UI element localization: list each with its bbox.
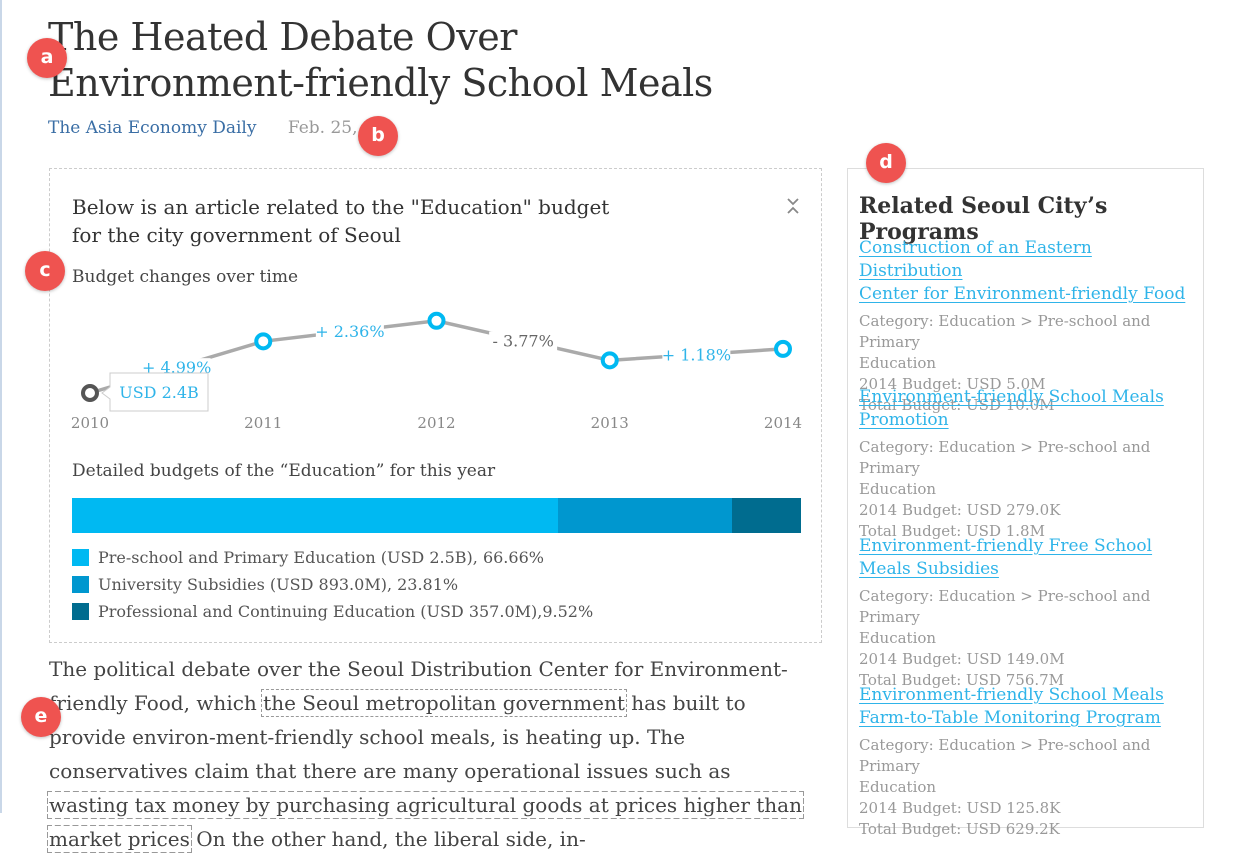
detailed-budgets-title: Detailed budgets of the “Education” for … xyxy=(72,461,496,481)
selected-data-point xyxy=(81,384,99,402)
left-page-rule xyxy=(0,0,2,813)
program-link-line-2: Meals Subsidies xyxy=(859,559,999,579)
data-point xyxy=(254,332,273,351)
value-tooltip-text: USD 2.4B xyxy=(119,383,199,402)
program-2014-budget: 2014 Budget: USD 149.0M xyxy=(859,650,1065,668)
program-item: Environment-friendly School Meals Farm-t… xyxy=(859,684,1194,840)
program-category-line-2: Education xyxy=(859,629,937,647)
program-category-line-1: Category: Education > Pre-school and Pri… xyxy=(859,438,1151,477)
budget-legend: Pre-school and Primary Education (USD 2.… xyxy=(72,544,593,625)
legend-item: Pre-school and Primary Education (USD 2.… xyxy=(72,544,593,571)
legend-swatch xyxy=(72,576,89,593)
legend-swatch xyxy=(72,603,89,620)
program-2014-budget: 2014 Budget: USD 279.0K xyxy=(859,501,1061,519)
legend-label: Pre-school and Primary Education (USD 2.… xyxy=(98,548,544,567)
legend-label: University Subsidies (USD 893.0M), 23.81… xyxy=(98,575,459,594)
stacked-bar-segment xyxy=(558,498,732,533)
program-link-line-2: Promotion xyxy=(859,410,949,430)
program-link[interactable]: Environment-friendly Free School Meals S… xyxy=(859,535,1194,581)
program-link-line-1: Environment-friendly Free School xyxy=(859,536,1153,556)
annotation-marker-b: b xyxy=(358,116,398,156)
year-tick-label: 2011 xyxy=(244,414,282,432)
article-title-line-1: The Heated Debate Over xyxy=(48,15,517,59)
program-link[interactable]: Construction of an Eastern Distribution … xyxy=(859,237,1194,306)
data-point xyxy=(427,311,446,330)
program-total-budget: Total Budget: USD 629.2K xyxy=(859,820,1060,838)
program-category-line-2: Education xyxy=(859,354,937,372)
byline: The Asia Economy Daily Feb. 25, 20 xyxy=(48,118,385,138)
annotation-marker-d: d xyxy=(866,143,906,183)
program-category-line-2: Education xyxy=(859,778,937,796)
program-link-line-2: Farm-to-Table Monitoring Program xyxy=(859,708,1161,728)
article-title: The Heated Debate Over Environment-frien… xyxy=(48,14,713,106)
change-label: + 2.36% xyxy=(315,322,384,341)
annotation-marker-a: a xyxy=(27,38,67,78)
program-item: Environment-friendly School Meals Promot… xyxy=(859,386,1194,542)
change-label: - 3.77% xyxy=(492,332,553,351)
annotation-marker-e: e xyxy=(21,697,61,737)
data-point xyxy=(774,339,792,358)
annotation-marker-c: c xyxy=(25,251,65,291)
year-tick-label: 2012 xyxy=(417,414,455,432)
education-budget-card: Below is an article related to the "Educ… xyxy=(49,168,822,643)
highlighted-phrase[interactable]: the Seoul metropolitan government xyxy=(261,689,627,717)
article-body: The political debate over the Seoul Dist… xyxy=(47,652,809,856)
program-link-line-1: Environment-friendly School Meals xyxy=(859,387,1164,407)
legend-item: University Subsidies (USD 893.0M), 23.81… xyxy=(72,571,593,598)
related-programs-panel: Related Seoul City’s Programs Constructi… xyxy=(847,168,1204,838)
program-category-line-1: Category: Education > Pre-school and Pri… xyxy=(859,587,1151,626)
change-label: + 1.18% xyxy=(662,346,731,365)
budget-stacked-bar xyxy=(72,498,801,533)
article-source-link[interactable]: The Asia Economy Daily xyxy=(48,118,256,138)
program-meta: Category: Education > Pre-school and Pri… xyxy=(859,735,1194,840)
legend-swatch xyxy=(72,549,89,566)
program-category-line-2: Education xyxy=(859,480,937,498)
program-link-line-2: Center for Environment-friendly Food xyxy=(859,284,1186,304)
program-link[interactable]: Environment-friendly School Meals Farm-t… xyxy=(859,684,1194,730)
program-meta: Category: Education > Pre-school and Pri… xyxy=(859,586,1194,691)
article-title-line-2: Environment-friendly School Meals xyxy=(48,61,713,105)
budget-line-chart: + 4.99%+ 2.36% - 3.77%+ 1.18%2010 2011 2012… xyxy=(71,311,802,432)
body-text-segment: On the other hand, the liberal side, in- xyxy=(189,827,586,851)
program-link-line-1: Environment-friendly School Meals xyxy=(859,685,1164,705)
program-link-line-1: Construction of an Eastern Distribution xyxy=(859,238,1092,281)
legend-item: Professional and Continuing Education (U… xyxy=(72,598,593,625)
year-tick-label: 2013 xyxy=(591,414,629,432)
program-link[interactable]: Environment-friendly School Meals Promot… xyxy=(859,386,1194,432)
data-point xyxy=(600,351,619,370)
program-2014-budget: 2014 Budget: USD 125.8K xyxy=(859,799,1061,817)
program-category-line-1: Category: Education > Pre-school and Pri… xyxy=(859,312,1151,351)
legend-label: Professional and Continuing Education (U… xyxy=(98,602,594,621)
program-item: Environment-friendly Free School Meals S… xyxy=(859,535,1194,691)
year-tick-label: 2014 xyxy=(764,414,802,432)
program-meta: Category: Education > Pre-school and Pri… xyxy=(859,437,1194,542)
stacked-bar-segment xyxy=(731,498,801,533)
program-category-line-1: Category: Education > Pre-school and Pri… xyxy=(859,736,1151,775)
stacked-bar-segment xyxy=(72,498,558,533)
year-tick-label: 2010 xyxy=(71,414,109,432)
